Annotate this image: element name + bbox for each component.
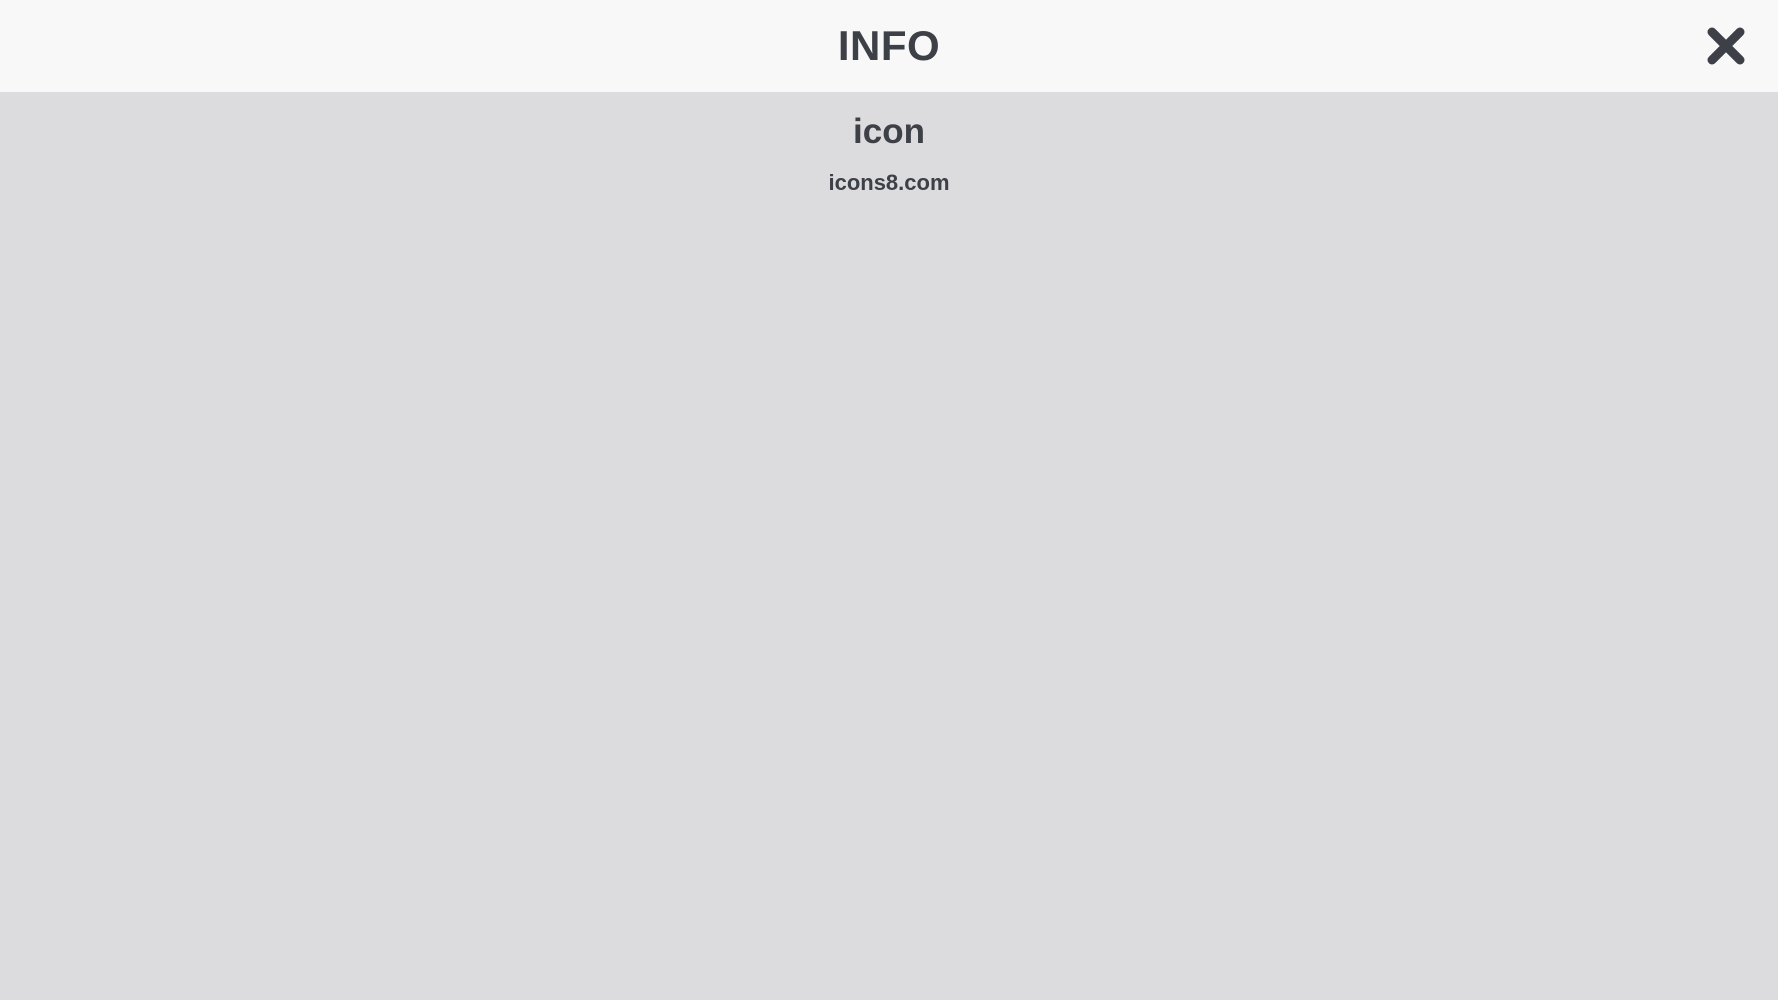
attribution-source: icons8.com — [828, 170, 950, 195]
page-title: INFO — [837, 22, 941, 69]
info-content: icon icons8.com — [0, 92, 1778, 1000]
attribution-title: icon — [853, 112, 925, 151]
header-bar: INFO — [0, 0, 1778, 92]
close-icon — [1706, 26, 1746, 66]
close-button[interactable] — [1698, 20, 1754, 72]
info-screen: INFO icon icons8.com — [0, 0, 1778, 1000]
